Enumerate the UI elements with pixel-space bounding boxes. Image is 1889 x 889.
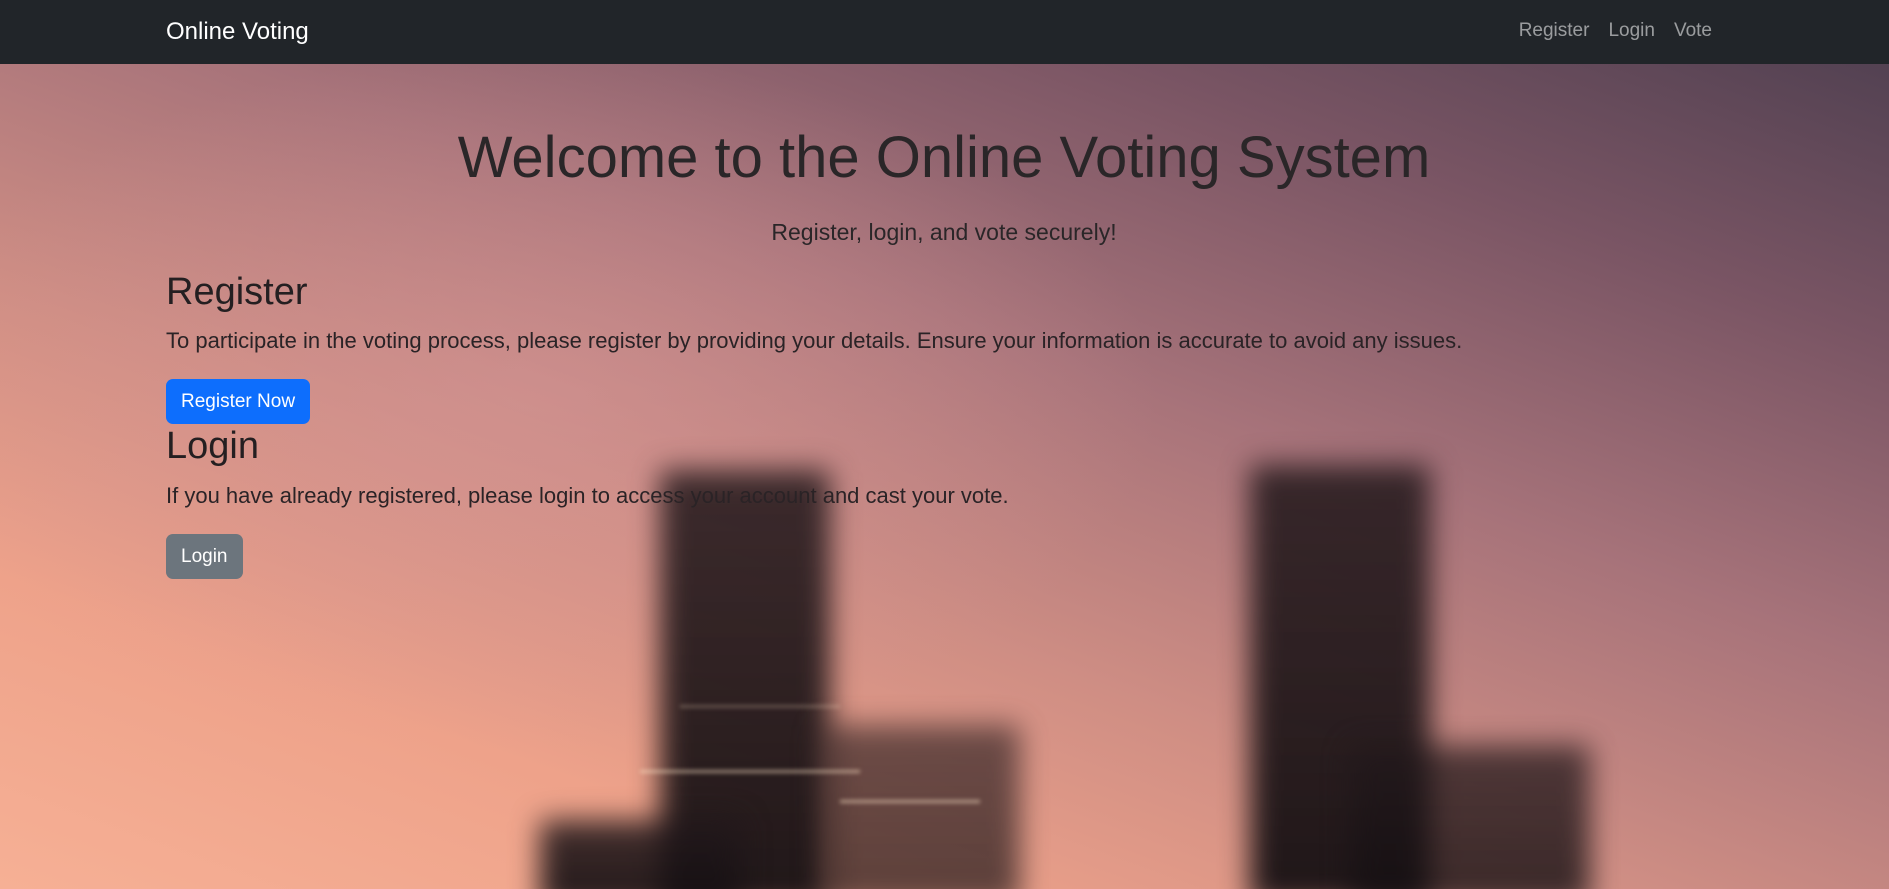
navbar-brand[interactable]: Online Voting — [166, 18, 309, 46]
background-light-streak — [840, 800, 980, 803]
background-light-streak — [680, 705, 840, 708]
page-title: Welcome to the Online Voting System — [457, 125, 1431, 190]
nav-link-login[interactable]: Login — [1608, 19, 1655, 43]
nav-link-vote[interactable]: Vote — [1674, 19, 1712, 43]
background-light-streak — [640, 770, 860, 773]
navbar-links: Register Login Vote — [1519, 19, 1712, 43]
top-navbar: Online Voting Register Login Vote — [0, 0, 1889, 64]
background-building — [540, 820, 740, 889]
page-subtitle: Register, login, and vote securely! — [771, 219, 1117, 245]
register-heading: Register — [166, 271, 308, 313]
nav-link-register[interactable]: Register — [1519, 19, 1590, 43]
background-building — [820, 725, 1020, 889]
login-heading: Login — [166, 425, 259, 467]
background-building — [1350, 745, 1590, 889]
login-description: If you have already registered, please l… — [166, 483, 1009, 508]
login-button[interactable]: Login — [166, 534, 243, 579]
register-now-button[interactable]: Register Now — [166, 379, 311, 424]
register-description: To participate in the voting process, pl… — [166, 328, 1463, 353]
